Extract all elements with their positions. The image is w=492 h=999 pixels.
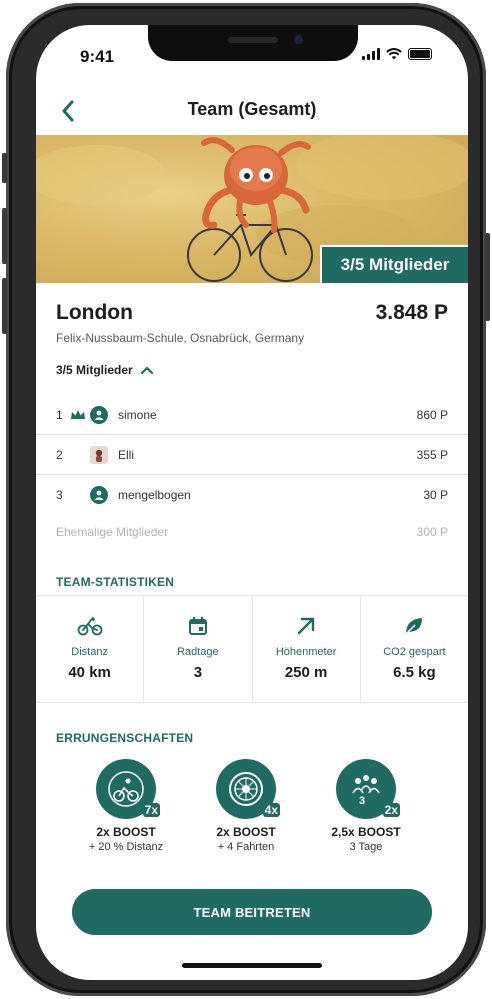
- user-avatar-icon: [90, 486, 108, 504]
- stat-label: Distanz: [71, 646, 108, 658]
- stat-elevation: Höhenmeter 250 m: [253, 596, 361, 702]
- member-points: 860 P: [416, 407, 448, 422]
- volume-down-button: [2, 278, 7, 334]
- svg-text:3: 3: [359, 795, 365, 807]
- member-row[interactable]: 3 mengelbogen 30 P: [36, 475, 468, 515]
- mute-switch: [2, 153, 7, 183]
- signal-icon: [362, 48, 380, 60]
- calendar-icon: [188, 617, 207, 635]
- team-school: Felix-Nussbaum-Schule, Osnabrück, German…: [56, 331, 305, 345]
- member-points: 355 P: [416, 447, 448, 462]
- stats-section-title: TEAM-STATISTIKEN: [56, 575, 175, 589]
- achievement-item[interactable]: 7x 2x BOOST + 20 % Distanz: [66, 759, 186, 853]
- status-icons: [362, 48, 432, 60]
- stat-label: Höhenmeter: [275, 646, 337, 658]
- team-stats: Distanz 40 km Radtage 3 Höhenmeter 250 m…: [36, 595, 468, 703]
- member-name: simone: [118, 407, 157, 422]
- former-members-points: 300 P: [416, 525, 448, 539]
- power-button: [485, 233, 490, 321]
- member-rank: 2: [56, 447, 63, 462]
- achievement-desc: + 20 % Distanz: [88, 841, 164, 853]
- wheel-badge-icon: 4x: [216, 759, 280, 819]
- achievement-item[interactable]: 4x 2x BOOST + 4 Fahrten: [186, 759, 306, 853]
- achievement-multiplier: 7x: [142, 803, 160, 817]
- team-points: 3.848 P: [375, 301, 448, 324]
- battery-icon: [408, 48, 432, 60]
- nav-bar: Team (Gesamt): [36, 89, 468, 133]
- achievements-section-title: ERRUNGENSCHAFTEN: [56, 731, 194, 745]
- group-badge-icon: 3 2x: [336, 759, 400, 819]
- achievement-multiplier: 2x: [382, 803, 400, 817]
- cyclist-badge-icon: 7x: [96, 759, 160, 819]
- member-row[interactable]: 2 Elli 355 P: [36, 435, 468, 475]
- team-hero-image: 3/5 Mitglieder: [36, 135, 468, 283]
- stat-value: 6.5 kg: [393, 664, 436, 681]
- chevron-up-icon: [140, 366, 153, 374]
- achievements-list: 7x 2x BOOST + 20 % Distanz 4x 2x BOOST +…: [66, 759, 426, 853]
- member-list: 1 simone 860 P 2 Elli 355 P 3 mengelboge…: [36, 395, 468, 549]
- former-members-row[interactable]: Ehemalige Mitglieder 300 P: [36, 515, 468, 549]
- leaf-icon: [405, 618, 423, 635]
- achievement-boost: 2,5x BOOST: [331, 825, 401, 839]
- achievement-boost: 2x BOOST: [96, 825, 156, 839]
- former-members-label: Ehemalige Mitglieder: [56, 525, 169, 539]
- stat-value: 3: [193, 664, 203, 681]
- phone-frame: 9:41 Team (Gesamt) 3/5 Mitglieder London…: [2, 3, 490, 996]
- home-indicator[interactable]: [182, 963, 322, 968]
- achievement-item[interactable]: 3 2x 2,5x BOOST 3 Tage: [306, 759, 426, 853]
- members-toggle-label: 3/5 Mitglieder: [56, 363, 133, 377]
- achievement-multiplier: 4x: [262, 803, 280, 817]
- stat-value: 250 m: [284, 664, 328, 681]
- achievement-desc: 3 Tage: [349, 841, 383, 853]
- member-name: Elli: [118, 447, 135, 462]
- members-toggle[interactable]: 3/5 Mitglieder: [56, 363, 153, 377]
- achievement-boost: 2x BOOST: [216, 825, 276, 839]
- wifi-icon: [386, 48, 402, 60]
- stat-distance: Distanz 40 km: [36, 596, 145, 702]
- member-name: mengelbogen: [118, 488, 191, 502]
- member-points: 30 P: [423, 488, 448, 502]
- stat-label: CO2 gespart: [383, 646, 446, 658]
- avatar: [90, 445, 108, 464]
- members-count-badge: 3/5 Mitglieder: [320, 245, 468, 283]
- arrow-up-right-icon: [297, 617, 315, 635]
- notch: [148, 25, 358, 61]
- app-screen: 9:41 Team (Gesamt) 3/5 Mitglieder London…: [36, 25, 468, 980]
- status-time: 9:41: [80, 47, 115, 66]
- front-camera: [294, 35, 303, 44]
- bike-icon: [77, 617, 103, 636]
- stat-value: 40 km: [68, 664, 111, 681]
- member-rank: 3: [56, 488, 63, 502]
- achievement-desc: + 4 Fahrten: [217, 841, 275, 853]
- user-avatar-icon: [90, 405, 108, 424]
- volume-up-button: [2, 208, 7, 264]
- crown-icon: [71, 409, 85, 419]
- stat-co2: CO2 gespart 6.5 kg: [361, 596, 468, 702]
- speaker: [228, 37, 278, 43]
- stat-days: Radtage 3: [144, 596, 253, 702]
- join-team-button[interactable]: TEAM BEITRETEN: [72, 889, 432, 935]
- team-header: London 3.848 P Felix-Nussbaum-Schule, Os…: [56, 301, 448, 345]
- member-rank: 1: [56, 407, 63, 422]
- stat-label: Radtage: [177, 646, 219, 658]
- member-row[interactable]: 1 simone 860 P: [36, 395, 468, 435]
- page-title: Team (Gesamt): [187, 99, 317, 119]
